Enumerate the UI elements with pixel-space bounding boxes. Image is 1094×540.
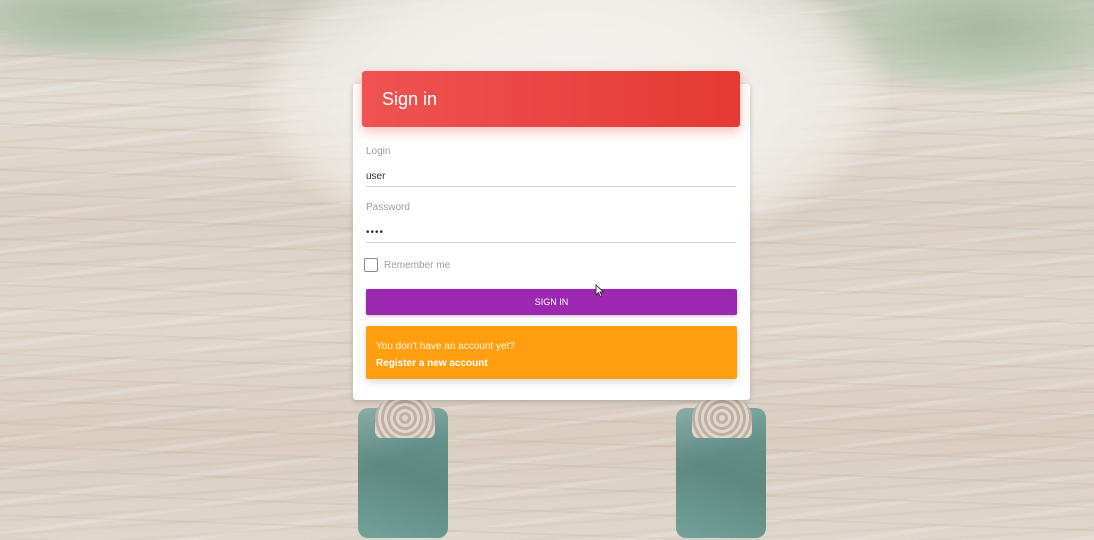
remember-me-checkbox[interactable] [364, 258, 378, 272]
card-header: Sign in [362, 71, 740, 127]
remember-me-label[interactable]: Remember me [384, 260, 450, 271]
register-link[interactable]: Register a new account [376, 357, 488, 371]
remember-me[interactable]: Remember me [364, 258, 450, 272]
page-title: Sign in [382, 89, 438, 109]
page: Sign in Login Password Remember me Sign … [0, 0, 1094, 540]
password-label: Password [366, 202, 410, 213]
login-label: Login [366, 146, 391, 157]
sign-in-button[interactable]: Sign in [366, 289, 737, 315]
register-question: You don't have an account yet? [376, 341, 515, 352]
login-input[interactable] [366, 166, 736, 187]
password-input[interactable] [366, 222, 736, 243]
mouse-cursor-icon [595, 284, 605, 298]
register-panel: You don't have an account yet? Register … [366, 326, 737, 379]
